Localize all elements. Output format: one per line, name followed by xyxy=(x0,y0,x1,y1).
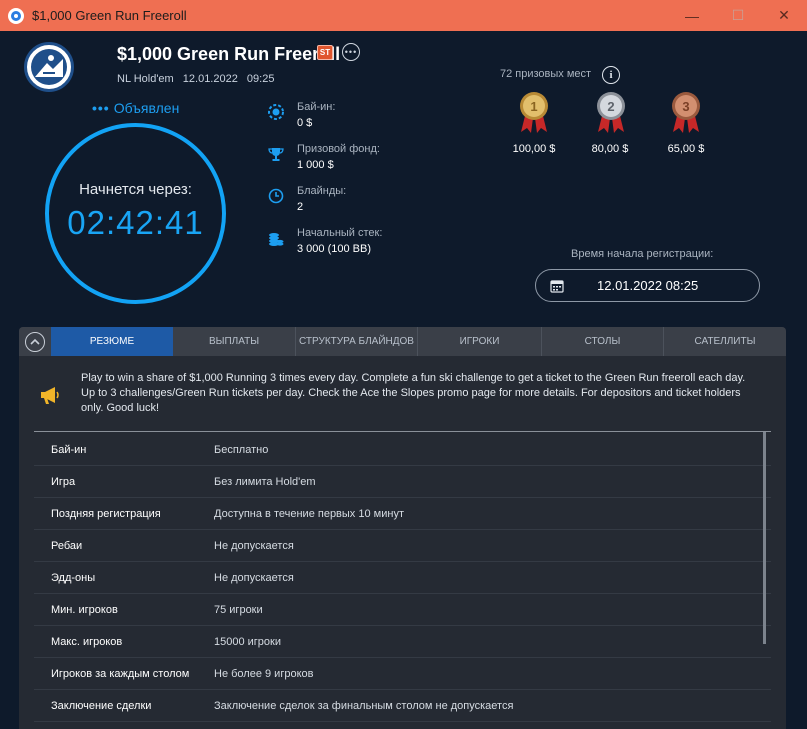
table-row: Игра Без лимита Hold'em xyxy=(34,466,771,498)
info-prizepool: Призовой фонд: 1 000 $ xyxy=(267,143,380,171)
row-value: Бесплатно xyxy=(214,443,269,456)
table-row: Эдд-оны Не допускается xyxy=(34,562,771,594)
row-value: Не допускается xyxy=(214,571,294,584)
row-label: Макс. игроков xyxy=(51,635,123,648)
row-value: Заключение сделок за финальным столом не… xyxy=(214,699,514,712)
tournament-logo-icon xyxy=(24,42,74,92)
row-label: Бай-ин xyxy=(51,443,87,456)
chip-icon xyxy=(267,103,285,121)
tab-players[interactable]: ИГРОКИ xyxy=(418,327,542,356)
medal-number: 3 xyxy=(682,99,689,114)
title-bar: $1,000 Green Run Freeroll — ☐ ✕ xyxy=(0,0,807,31)
row-value: Без лимита Hold'em xyxy=(214,475,316,488)
tournament-name: $1,000 Green Run Freeroll xyxy=(117,44,341,64)
tab-summary[interactable]: РЕЗЮМЕ xyxy=(51,327,173,356)
table-row: Макс. игроков 15000 игроки xyxy=(34,626,771,658)
info-stack: Начальный стек: 3 000 (100 BB) xyxy=(267,227,382,255)
info-value: 2 xyxy=(297,201,304,213)
info-value: 0 $ xyxy=(297,117,313,129)
status-dots: ••• xyxy=(92,100,110,116)
info-value: 1 000 $ xyxy=(297,159,334,171)
app-logo-icon xyxy=(8,7,24,24)
row-label: Игра xyxy=(51,475,76,488)
info-buyin: Бай-ин: 0 $ xyxy=(267,101,335,129)
tab-payouts[interactable]: ВЫПЛАТЫ xyxy=(173,327,296,356)
row-value: Не допускается xyxy=(214,539,294,552)
table-row: Поздняя регистрация Доступна в течение пе… xyxy=(34,498,771,530)
row-label: Заключение сделки xyxy=(51,699,152,712)
row-label: Эдд-оны xyxy=(51,571,96,584)
details-table: Бай-ин Бесплатно Игра Без лимита Hold'em П… xyxy=(34,434,771,722)
start-date: 12.01.2022 xyxy=(182,73,238,85)
table-row: Мин. игроков 75 игроки xyxy=(34,594,771,626)
row-value: Не более 9 игроков xyxy=(214,667,314,680)
collapse-chevron-icon[interactable] xyxy=(25,331,45,352)
clock-icon xyxy=(267,187,285,205)
registration-time-value: 12.01.2022 08:25 xyxy=(597,278,699,293)
table-row: Ребаи Не допускается xyxy=(34,530,771,562)
medal-number: 1 xyxy=(530,99,537,114)
start-time: 09:25 xyxy=(246,73,275,85)
info-key: Блайнды: xyxy=(297,185,347,197)
status-text: Объявлен xyxy=(113,100,180,116)
table-row: Заключение сделки Заключение сделок за фи… xyxy=(34,690,771,722)
tab-blind-structure[interactable]: СТРУКТУРА БЛАЙНДОВ xyxy=(296,327,418,356)
silver-medal-icon: 2 xyxy=(593,90,629,134)
info-key: Призовой фонд: xyxy=(297,143,380,155)
registration-time-field: 12.01.2022 08:25 xyxy=(535,269,760,302)
row-value: 15000 игроки xyxy=(214,635,281,648)
prize-value-3: 65,00 $ xyxy=(667,143,705,155)
countdown-time: 02:42:41 xyxy=(67,204,204,241)
prize-value-2: 80,00 $ xyxy=(591,143,629,155)
countdown-label: Начнется через: xyxy=(79,181,192,198)
promo-message: Play to win a share of $1,000 Running 3 … xyxy=(39,371,759,416)
table-row: Игроков за каждым столом Не более 9 игрок… xyxy=(34,658,771,690)
gold-medal-icon: 1 xyxy=(516,90,552,134)
tournament-status: ••• Объявлен xyxy=(92,100,179,116)
registration-label: Время начала регистрации: xyxy=(571,248,714,260)
info-icon[interactable]: i xyxy=(602,66,620,84)
info-value: 3 000 (100 BB) xyxy=(297,243,371,255)
row-label: Игроков за каждым столом xyxy=(51,667,190,680)
row-label: Мин. игроков xyxy=(51,603,118,616)
prize-value-1: 100,00 $ xyxy=(512,143,556,155)
info-key: Начальный стек: xyxy=(297,227,383,239)
medal-number: 2 xyxy=(607,99,614,114)
row-value: Доступна в течение первых 10 минут xyxy=(214,507,404,520)
st-badge: ST xyxy=(317,45,333,60)
maximize-button[interactable]: ☐ xyxy=(715,0,761,31)
calendar-icon xyxy=(550,279,564,293)
tab-bar: РЕЗЮМЕ ВЫПЛАТЫ СТРУКТУРА БЛАЙНДОВ ИГРОКИ… xyxy=(19,327,786,356)
row-value: 75 игроки xyxy=(214,603,263,616)
prize-places-count: 72 призовых мест xyxy=(500,68,592,80)
game-type: NL Hold'em xyxy=(117,73,174,85)
scrollbar[interactable] xyxy=(763,432,766,644)
tab-satellites[interactable]: САТЕЛЛИТЫ xyxy=(664,327,786,356)
divider xyxy=(34,431,771,432)
bronze-medal-icon: 3 xyxy=(668,90,704,134)
countdown-ring: Начнется через: 02:42:41 xyxy=(45,123,226,304)
table-row: Бай-ин Бесплатно xyxy=(34,434,771,466)
details-panel: РЕЗЮМЕ ВЫПЛАТЫ СТРУКТУРА БЛАЙНДОВ ИГРОКИ… xyxy=(19,327,786,729)
trophy-icon xyxy=(267,145,285,163)
tournament-meta: NL Hold'em 12.01.2022 09:25 xyxy=(117,73,280,85)
close-button[interactable]: ✕ xyxy=(761,0,807,31)
more-options-button[interactable]: ••• xyxy=(342,43,360,61)
row-label: Ребаи xyxy=(51,539,83,552)
row-label: Поздняя регистрация xyxy=(51,507,161,520)
tab-tables[interactable]: СТОЛЫ xyxy=(542,327,664,356)
promo-text: Play to win a share of $1,000 Running 3 … xyxy=(81,372,746,414)
megaphone-icon xyxy=(39,385,61,405)
minimize-button[interactable]: — xyxy=(669,0,715,31)
info-blinds: Блайнды: 2 xyxy=(267,185,346,213)
info-key: Бай-ин: xyxy=(297,101,336,113)
chips-stack-icon xyxy=(267,229,285,247)
window-title: $1,000 Green Run Freeroll xyxy=(32,8,187,23)
